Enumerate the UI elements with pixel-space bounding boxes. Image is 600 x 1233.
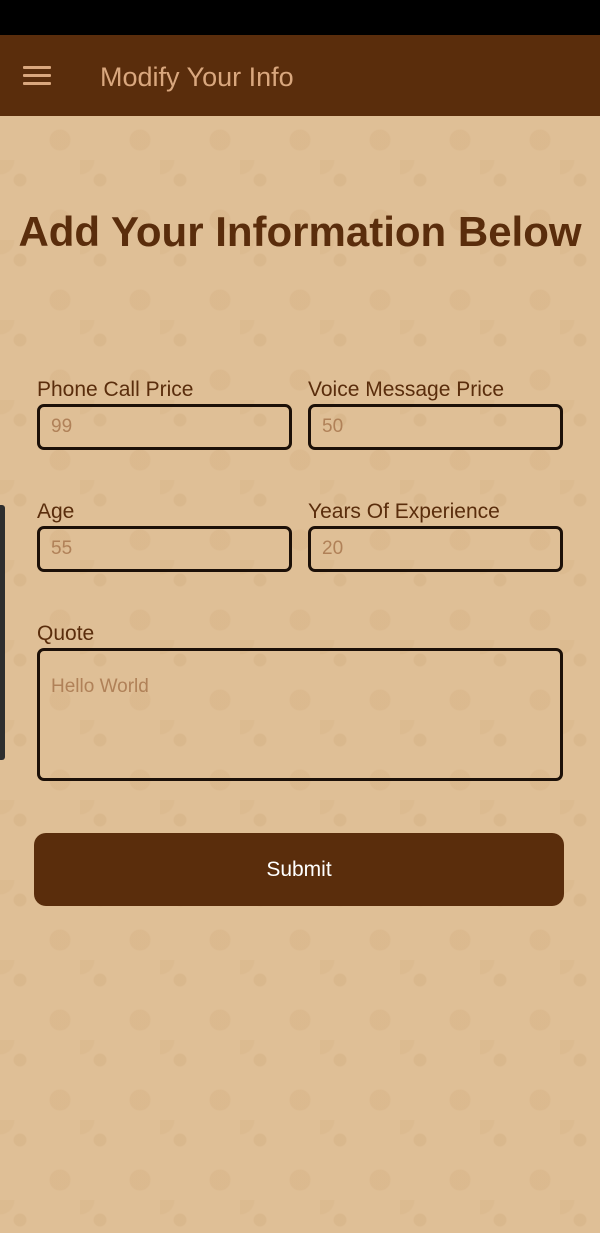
hamburger-menu-icon [23, 66, 51, 86]
app-bar: Modify Your Info [0, 35, 600, 116]
voice-message-price-input[interactable] [308, 404, 563, 450]
quote-label: Quote [37, 622, 95, 645]
edge-panel-handle[interactable] [0, 505, 5, 760]
status-bar [0, 0, 600, 35]
years-of-experience-label: Years Of Experience [308, 500, 500, 523]
page-heading: Add Your Information Below [18, 208, 582, 255]
phone-call-price-input[interactable] [37, 404, 292, 450]
quote-textarea[interactable] [37, 648, 563, 781]
menu-button[interactable] [14, 55, 60, 97]
age-input[interactable] [37, 526, 292, 572]
years-of-experience-input[interactable] [308, 526, 563, 572]
phone-call-price-label: Phone Call Price [37, 378, 194, 401]
voice-message-price-label: Voice Message Price [308, 378, 505, 401]
age-label: Age [37, 500, 75, 523]
app-title: Modify Your Info [100, 62, 294, 92]
submit-button[interactable]: Submit [34, 833, 564, 906]
